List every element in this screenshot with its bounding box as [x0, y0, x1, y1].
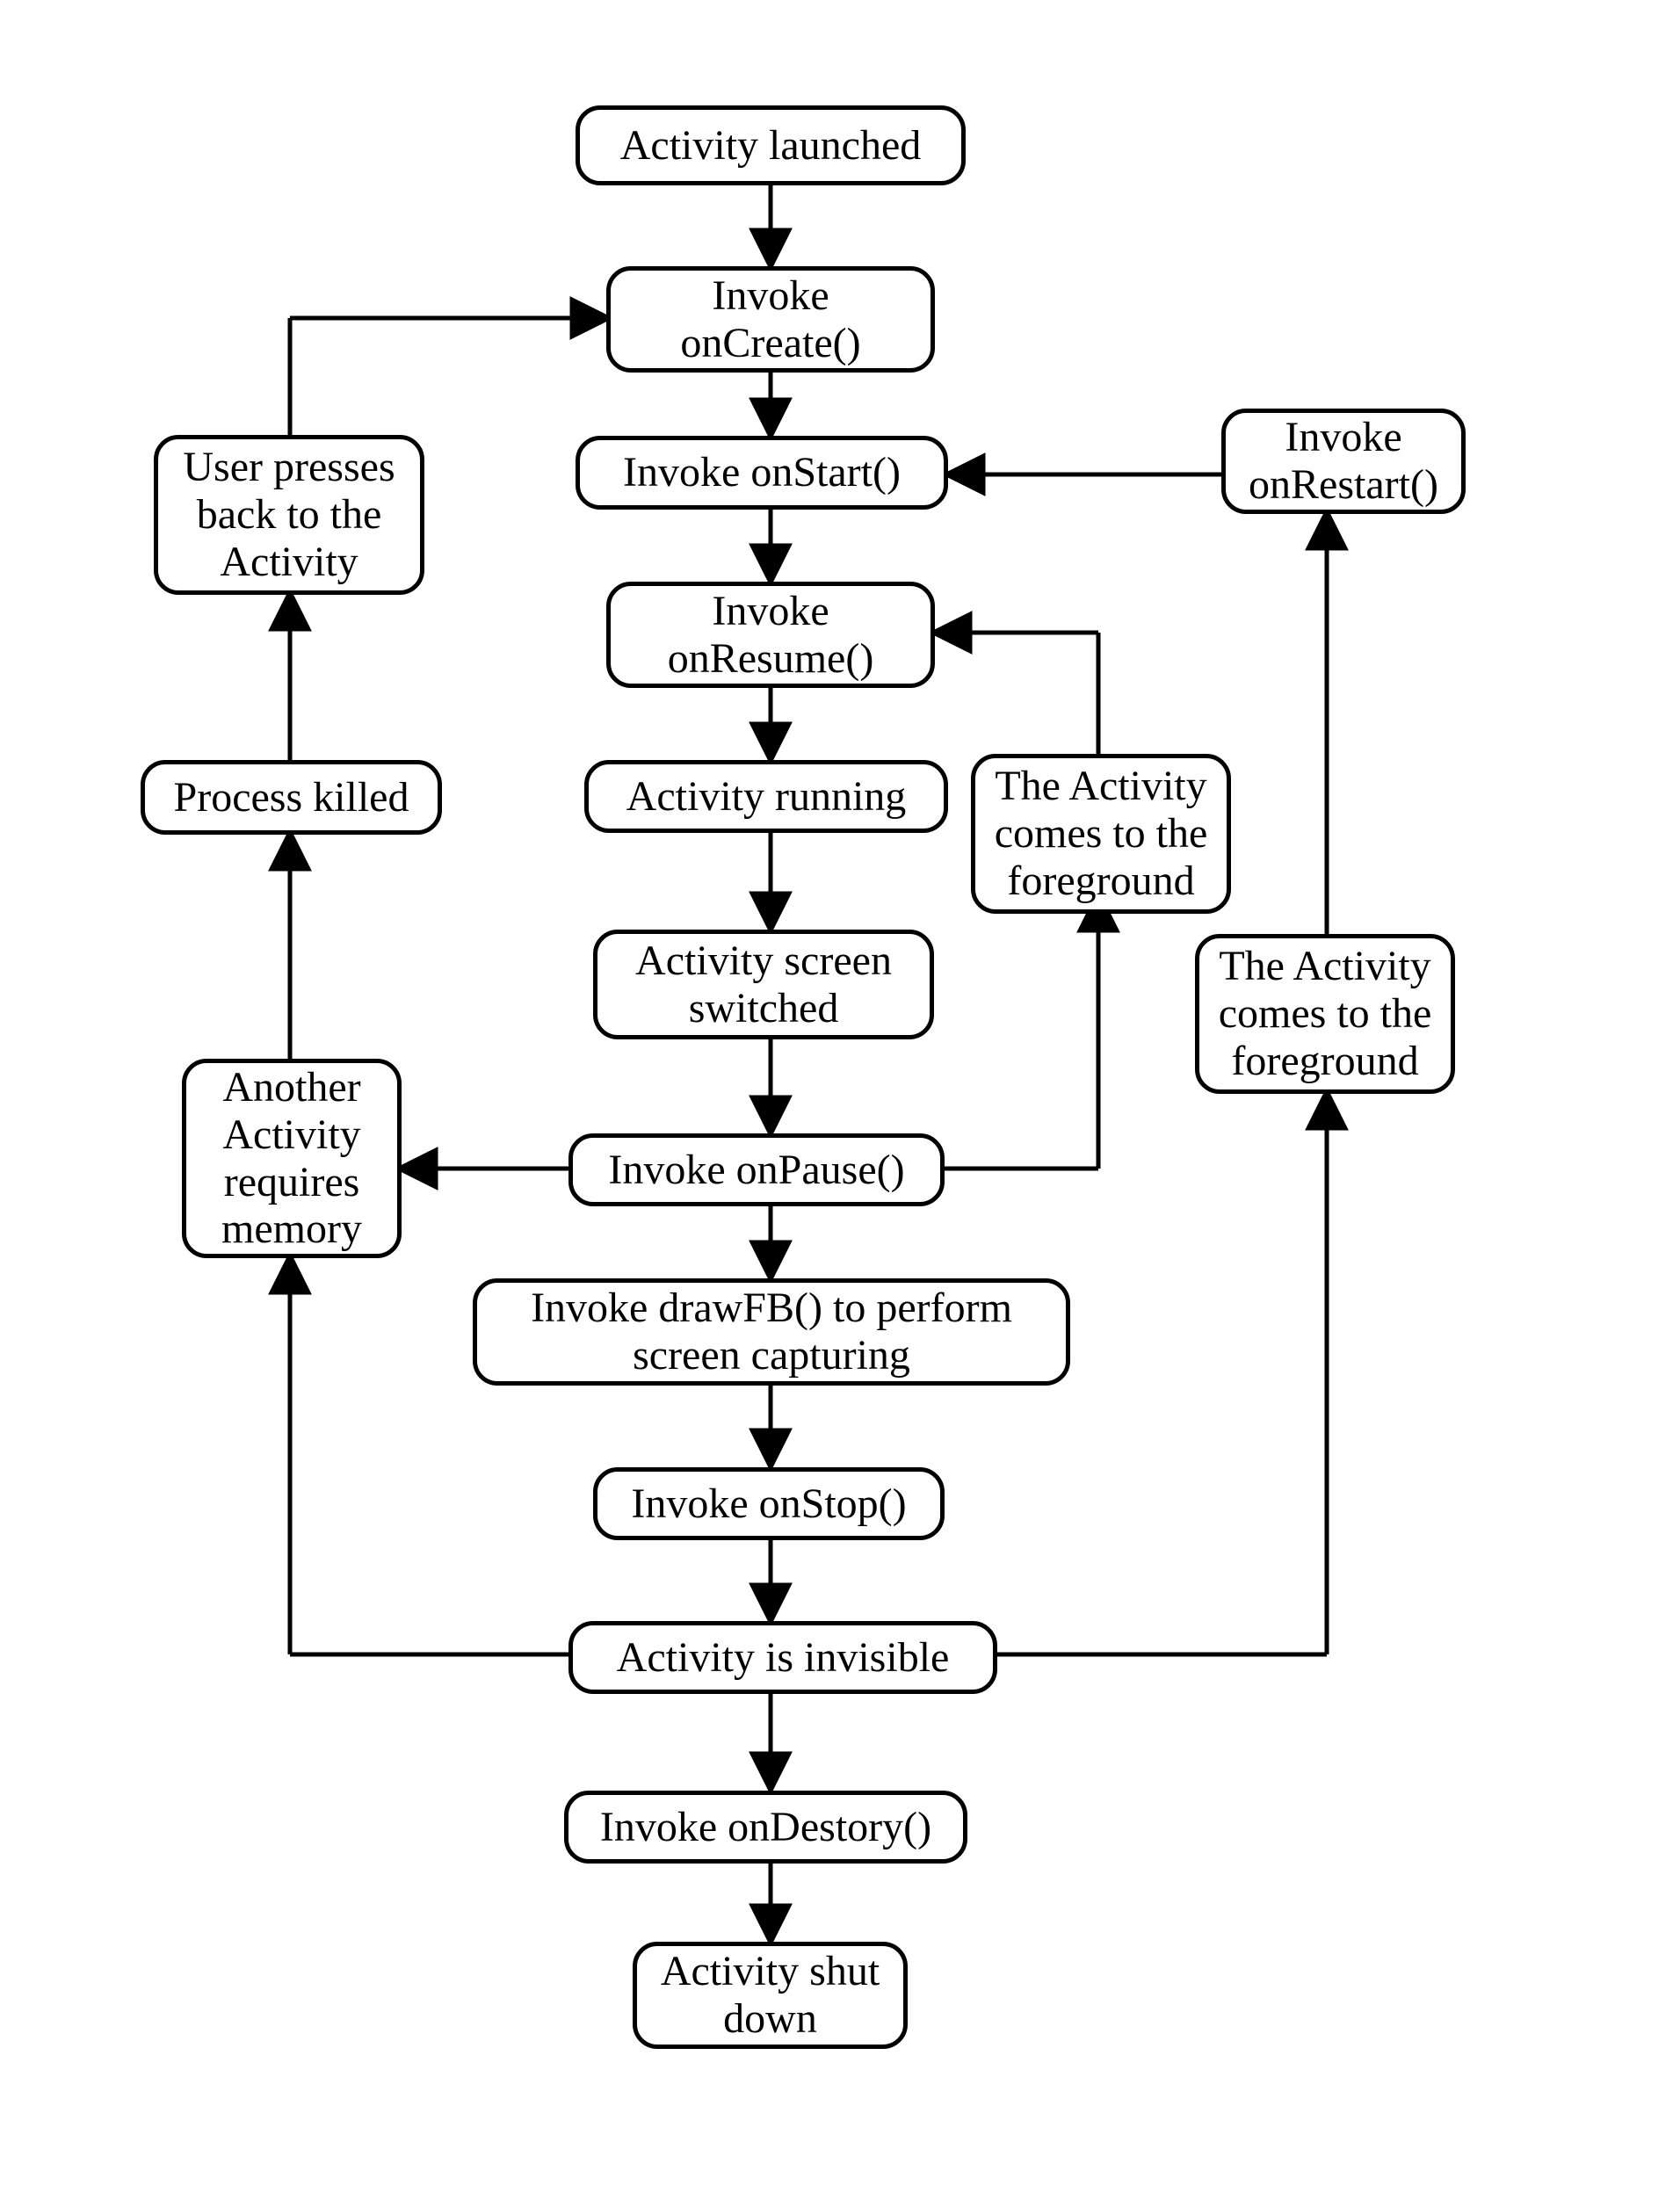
node-label: Invoke drawFB() to perform screen captur… [488, 1285, 1055, 1379]
node-label: Another Activity requires memory [197, 1064, 387, 1253]
node-another-activity-memory: Another Activity requires memory [182, 1059, 402, 1258]
node-invoke-onstart: Invoke onStart() [576, 436, 948, 510]
node-label: Activity running [626, 773, 907, 821]
node-activity-running: Activity running [584, 760, 948, 833]
node-label: Activity screen switched [608, 937, 919, 1032]
node-activity-shutdown: Activity shut down [633, 1942, 908, 2049]
node-activity-screen-switched: Activity screen switched [593, 930, 934, 1039]
node-label: Invoke onStart() [623, 449, 901, 496]
node-label: User presses back to the Activity [169, 444, 409, 585]
node-label: Activity shut down [648, 1948, 893, 2043]
node-label: The Activity comes to the foreground [1210, 943, 1440, 1084]
node-activity-launched: Activity launched [576, 105, 966, 185]
node-label: Invoke onResume() [621, 588, 920, 683]
node-invoke-oncreate: Invoke onCreate() [606, 266, 935, 373]
node-invoke-onrestart: Invoke onRestart() [1221, 409, 1466, 514]
node-label: Process killed [174, 774, 409, 821]
node-invoke-onpause: Invoke onPause() [568, 1133, 945, 1206]
node-activity-foreground-2: The Activity comes to the foreground [1195, 934, 1455, 1094]
node-user-presses-back: User presses back to the Activity [154, 435, 424, 595]
node-label: Invoke onCreate() [621, 272, 920, 367]
node-label: Activity is invisible [617, 1634, 950, 1682]
node-label: The Activity comes to the foreground [986, 763, 1216, 904]
node-label: Invoke onStop() [631, 1480, 906, 1528]
node-invoke-onresume: Invoke onResume() [606, 582, 935, 688]
node-label: Invoke onRestart() [1236, 414, 1451, 509]
node-invoke-drawfb: Invoke drawFB() to perform screen captur… [473, 1278, 1070, 1386]
node-invoke-onstop: Invoke onStop() [593, 1467, 945, 1540]
node-label: Invoke onDestory() [600, 1804, 931, 1851]
node-label: Invoke onPause() [608, 1147, 904, 1194]
node-activity-invisible: Activity is invisible [568, 1621, 997, 1694]
node-process-killed: Process killed [141, 760, 442, 835]
flowchart-canvas: Activity launched Invoke onCreate() Invo… [0, 0, 1680, 2193]
node-invoke-ondestroy: Invoke onDestory() [564, 1791, 967, 1864]
node-activity-foreground-1: The Activity comes to the foreground [971, 754, 1231, 914]
node-label: Activity launched [620, 122, 922, 170]
